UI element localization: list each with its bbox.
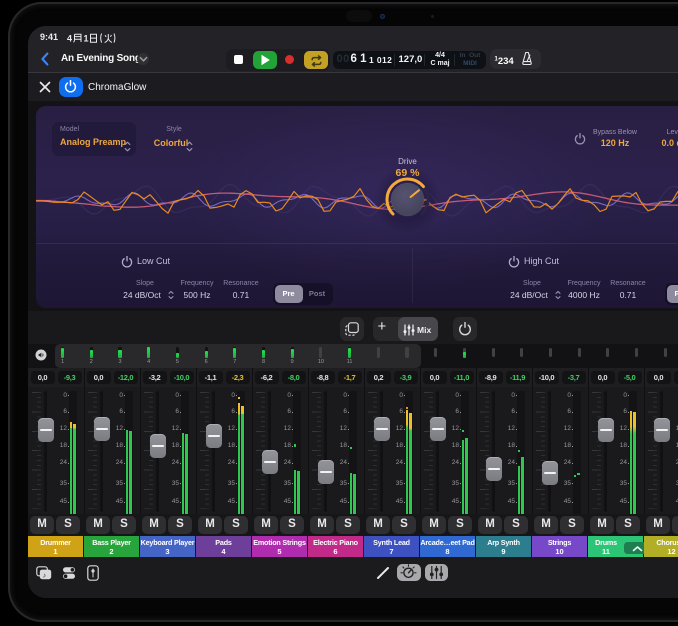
- svg-text:♪: ♪: [43, 572, 47, 579]
